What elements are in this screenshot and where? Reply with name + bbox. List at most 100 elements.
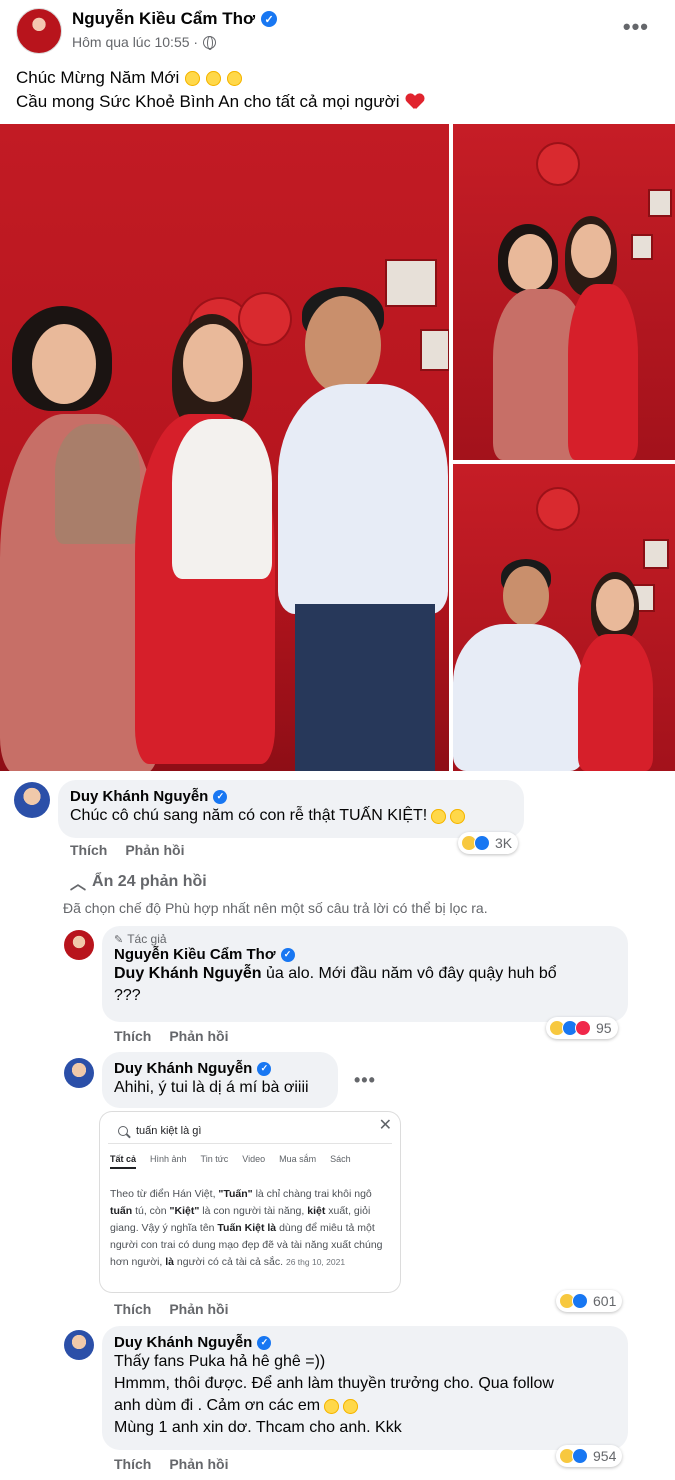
laughing-emoji-icon (450, 808, 466, 824)
like-button[interactable]: Thích (114, 1456, 151, 1472)
filter-note: Đã chọn chế độ Phù hợp nhất nên một số c… (63, 900, 488, 916)
reaction-count[interactable]: 3K (458, 832, 519, 854)
snippet-text: người có cả tài cả sắc. (174, 1256, 284, 1268)
verified-badge-icon: ✓ (280, 947, 295, 962)
post-header: Nguyễn Kiều Cẩm Thơ ✓ Hôm qua lúc 10:55 … (0, 0, 675, 60)
like-button[interactable]: Thích (70, 842, 107, 858)
reply-text-body: ủa alo. Mới đầu năm vô đây quậy huh bổ (261, 965, 557, 982)
snippet-bold: Tuấn Kiệt là (217, 1222, 277, 1234)
reply-button[interactable]: Phản hồi (169, 1028, 228, 1044)
reply-text: Duy Khánh Nguyễn ủa alo. Mới đầu năm vô … (114, 963, 616, 985)
author-line: Nguyễn Kiều Cẩm Thơ ✓ (72, 9, 278, 29)
white-dog (172, 419, 272, 579)
embed-tab: Tin tức (200, 1154, 229, 1164)
reply-actions: Thích Phản hồi (114, 1456, 228, 1472)
red-fan-decoration (240, 294, 290, 344)
reply-button[interactable]: Phản hồi (125, 842, 184, 858)
comment-author: Duy Khánh Nguyễn ✓ (70, 788, 512, 805)
daughter-face (596, 579, 634, 631)
commenter-avatar[interactable] (64, 1058, 94, 1088)
verified-badge-icon: ✓ (257, 1061, 272, 1076)
post-meta: Hôm qua lúc 10:55 · (72, 34, 217, 50)
embed-tab: Sách (330, 1154, 351, 1164)
like-reaction-icon (572, 1293, 588, 1309)
red-fan-decoration (538, 144, 578, 184)
wall-picture (648, 189, 672, 217)
snippet-text: tú, còn (132, 1205, 170, 1217)
snippet-date: 26 thg 10, 2021 (285, 1257, 346, 1267)
chevron-up-icon: ︿ (70, 876, 87, 893)
snippet-bold: "Kiệt" (169, 1205, 200, 1217)
photo-father-daughter[interactable] (453, 464, 675, 771)
mention-link[interactable]: Duy Khánh Nguyễn (114, 965, 262, 982)
more-options-icon[interactable]: ••• (354, 1070, 376, 1091)
photo-mother-daughter[interactable] (453, 124, 675, 460)
reaction-count[interactable]: 95 (546, 1017, 618, 1039)
more-options-icon[interactable]: ••• (623, 14, 649, 40)
reaction-number: 95 (596, 1020, 612, 1036)
author-avatar[interactable] (16, 8, 62, 54)
reply-actions: Thích Phản hồi (114, 1028, 228, 1044)
reply-author: Nguyễn Kiều Cẩm Thơ ✓ (114, 946, 616, 963)
author-name[interactable]: Nguyễn Kiều Cẩm Thơ (72, 9, 255, 29)
snippet-text: là con người tài năng, (199, 1205, 308, 1217)
globe-icon (203, 35, 217, 50)
pencil-icon: ✎ (114, 933, 124, 946)
father-face (305, 296, 381, 394)
snippet-bold: kiệt (307, 1205, 326, 1217)
author-tag: ✎ Tác giả (114, 932, 616, 946)
post-line-1: Chúc Mừng Năm Mới (16, 68, 180, 87)
post-time[interactable]: Hôm qua lúc 10:55 · (72, 34, 198, 50)
reaction-count[interactable]: 601 (556, 1290, 623, 1312)
love-reaction-icon (575, 1020, 591, 1036)
commenter-avatar[interactable] (14, 782, 50, 818)
attached-search-screenshot[interactable]: tuấn kiệt là gì ✕ Tất cả Hình ảnh Tin tứ… (100, 1112, 400, 1292)
like-reaction-icon (474, 835, 490, 851)
hide-replies-label: Ẩn 24 phản hồi (92, 873, 207, 890)
verified-badge-icon: ✓ (257, 1335, 272, 1350)
mother-face (32, 324, 96, 404)
rofl-emoji-icon (343, 1398, 359, 1414)
embed-tab: Hình ảnh (150, 1154, 187, 1164)
reply-author: Duy Khánh Nguyễn ✓ (114, 1334, 616, 1351)
reaction-number: 601 (593, 1293, 617, 1309)
wall-picture (385, 259, 437, 307)
wall-picture (631, 234, 653, 260)
reply-author-name[interactable]: Duy Khánh Nguyễn (114, 1334, 252, 1351)
sun-emoji-icon (185, 70, 201, 86)
red-fan-decoration (538, 489, 578, 529)
reply-bubble: ✎ Tác giả Nguyễn Kiều Cẩm Thơ ✓ Duy Khán… (102, 926, 628, 1022)
small-dog (55, 424, 140, 544)
comment-author-name[interactable]: Duy Khánh Nguyễn (70, 788, 208, 805)
reply-author-name[interactable]: Duy Khánh Nguyễn (114, 1060, 252, 1077)
reply-actions: Thích Phản hồi (114, 1301, 228, 1317)
author-reply-avatar[interactable] (64, 930, 94, 960)
hide-replies-button[interactable]: ︿ Ẩn 24 phản hồi (70, 870, 207, 894)
sun-emoji-icon (227, 70, 243, 86)
photo-family[interactable] (0, 124, 449, 771)
embed-snippet: Theo từ điển Hán Việt, "Tuấn" là chỉ chà… (110, 1186, 392, 1271)
wall-picture (643, 539, 669, 569)
snippet-text: là chỉ chàng trai khôi ngô (252, 1188, 372, 1200)
like-button[interactable]: Thích (114, 1028, 151, 1044)
embed-search-bar: tuấn kiệt là gì (108, 1118, 392, 1144)
reply-author: Duy Khánh Nguyễn ✓ (114, 1060, 326, 1077)
embed-search-query: tuấn kiệt là gì (136, 1124, 202, 1137)
verified-badge-icon: ✓ (213, 789, 228, 804)
like-reaction-icon (572, 1448, 588, 1464)
reaction-count[interactable]: 954 (556, 1445, 623, 1467)
comment-actions: Thích Phản hồi (70, 842, 184, 858)
daughter-face (571, 224, 611, 278)
embed-search-tabs: Tất cả Hình ảnh Tin tức Video Mua sắm Sá… (110, 1154, 351, 1169)
like-button[interactable]: Thích (114, 1301, 151, 1317)
post-line-2: Cầu mong Sức Khoẻ Bình An cho tất cả mọi… (16, 92, 400, 111)
reaction-number: 3K (495, 835, 513, 851)
commenter-avatar[interactable] (64, 1330, 94, 1360)
mother-face (508, 234, 552, 290)
embed-tab: Video (242, 1154, 266, 1164)
reply-author-name[interactable]: Nguyễn Kiều Cẩm Thơ (114, 946, 276, 963)
reply-button[interactable]: Phản hồi (169, 1456, 228, 1472)
reply-button[interactable]: Phản hồi (169, 1301, 228, 1317)
reply-text: Ahihi, ý tui là dị á mí bà ơiiii (114, 1079, 309, 1096)
wall-picture (420, 329, 449, 371)
